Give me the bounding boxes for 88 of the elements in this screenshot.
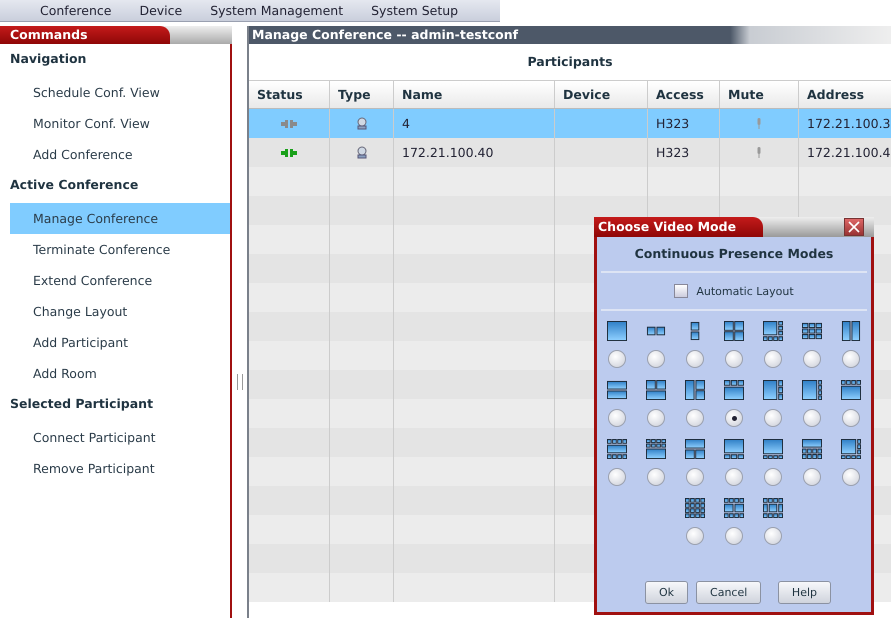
layout-icon	[763, 439, 783, 459]
close-icon	[848, 221, 860, 233]
layout-icon	[724, 498, 744, 518]
layout-icon	[607, 439, 627, 459]
radio-button[interactable]	[686, 468, 704, 486]
column-header[interactable]: Status	[249, 81, 330, 108]
command-link[interactable]: Schedule Conf. View	[10, 77, 230, 108]
section-heading: Navigation	[10, 50, 88, 68]
participant-row[interactable]: 172.21.100.40 H323 172.21.100.4	[249, 138, 891, 167]
layout-icon	[685, 380, 705, 400]
radio-button[interactable]	[842, 350, 860, 368]
radio-button[interactable]	[842, 468, 860, 486]
radio-button[interactable]	[647, 409, 665, 427]
layout-icon	[724, 380, 744, 400]
endpoint-icon	[354, 146, 368, 160]
dialog-button[interactable]: Ok	[645, 581, 688, 604]
radio-button[interactable]	[725, 350, 743, 368]
command-link[interactable]: Terminate Conference	[10, 234, 230, 265]
layout-icon	[724, 321, 744, 341]
dialog-button[interactable]: Help	[778, 581, 831, 604]
radio-button[interactable]	[608, 409, 626, 427]
radio-button[interactable]	[608, 350, 626, 368]
radio-button[interactable]	[803, 350, 821, 368]
dialog-title: Choose Video Mode	[594, 217, 763, 237]
layout-icon	[646, 380, 666, 400]
layout-icon	[841, 439, 861, 459]
dialog-heading: Continuous Presence Modes	[601, 237, 867, 273]
command-link[interactable]: Connect Participant	[10, 422, 230, 453]
layout-icon	[724, 439, 744, 459]
participant-row[interactable]: 4 H323 172.21.100.3	[249, 109, 891, 138]
column-header[interactable]: Access	[648, 81, 720, 108]
section-heading: Active Conference	[10, 176, 140, 194]
dialog-button[interactable]: Cancel	[696, 581, 762, 604]
command-link[interactable]: Extend Conference	[10, 265, 230, 296]
radio-button[interactable]	[686, 350, 704, 368]
radio-button[interactable]	[803, 468, 821, 486]
layout-icon	[802, 380, 822, 400]
radio-button[interactable]	[764, 350, 782, 368]
command-link[interactable]: Add Participant	[10, 327, 230, 358]
radio-button[interactable]	[686, 527, 704, 545]
layout-icon	[685, 439, 705, 459]
radio-button[interactable]	[842, 409, 860, 427]
layout-icon	[763, 321, 783, 341]
radio-button[interactable]	[725, 468, 743, 486]
layout-icon	[763, 498, 783, 518]
layout-icon	[607, 321, 627, 341]
checkbox[interactable]	[674, 284, 688, 298]
command-link[interactable]: Change Layout	[10, 296, 230, 327]
layout-icon	[841, 321, 861, 341]
radio-button[interactable]	[764, 409, 782, 427]
column-header[interactable]: Type	[330, 81, 394, 108]
layout-icon	[841, 380, 861, 400]
microphone-icon[interactable]	[756, 146, 762, 158]
command-link[interactable]: Add Room	[10, 358, 230, 389]
command-link[interactable]: Remove Participant	[10, 453, 230, 484]
radio-button[interactable]	[725, 527, 743, 545]
radio-button[interactable]	[647, 350, 665, 368]
radio-button[interactable]	[686, 409, 704, 427]
layout-icon	[802, 321, 822, 341]
column-header[interactable]: Mute	[720, 81, 799, 108]
column-header[interactable]: Name	[394, 81, 555, 108]
radio-button[interactable]	[725, 409, 743, 427]
microphone-icon[interactable]	[756, 118, 762, 130]
panel-title-bar: Manage Conference -- admin-testconf	[249, 26, 891, 44]
splitter-grip[interactable]	[236, 374, 242, 390]
close-button[interactable]	[844, 218, 864, 236]
layout-icon	[763, 380, 783, 400]
command-link[interactable]: Add Conference	[10, 139, 230, 170]
radio-button[interactable]	[764, 468, 782, 486]
layout-icon	[802, 439, 822, 459]
layout-icon	[685, 498, 705, 518]
menu-item[interactable]: System Management	[200, 3, 354, 18]
section-heading: Selected Participant	[10, 395, 154, 413]
menu-item[interactable]: Conference	[30, 3, 122, 18]
layout-icon	[646, 439, 666, 459]
endpoint-icon	[354, 116, 368, 130]
menu-item[interactable]: System Setup	[361, 3, 468, 18]
command-link[interactable]: Manage Conference	[10, 203, 230, 234]
column-header[interactable]: Address	[799, 81, 891, 108]
radio-button[interactable]	[647, 468, 665, 486]
radio-button[interactable]	[608, 468, 626, 486]
radio-button[interactable]	[764, 527, 782, 545]
menu-item[interactable]: Device	[129, 3, 192, 18]
command-link[interactable]: Monitor Conf. View	[10, 108, 230, 139]
layout-icon	[607, 380, 627, 400]
checkbox-label: Automatic Layout	[696, 284, 794, 298]
radio-button[interactable]	[803, 409, 821, 427]
column-header[interactable]: Device	[555, 81, 648, 108]
